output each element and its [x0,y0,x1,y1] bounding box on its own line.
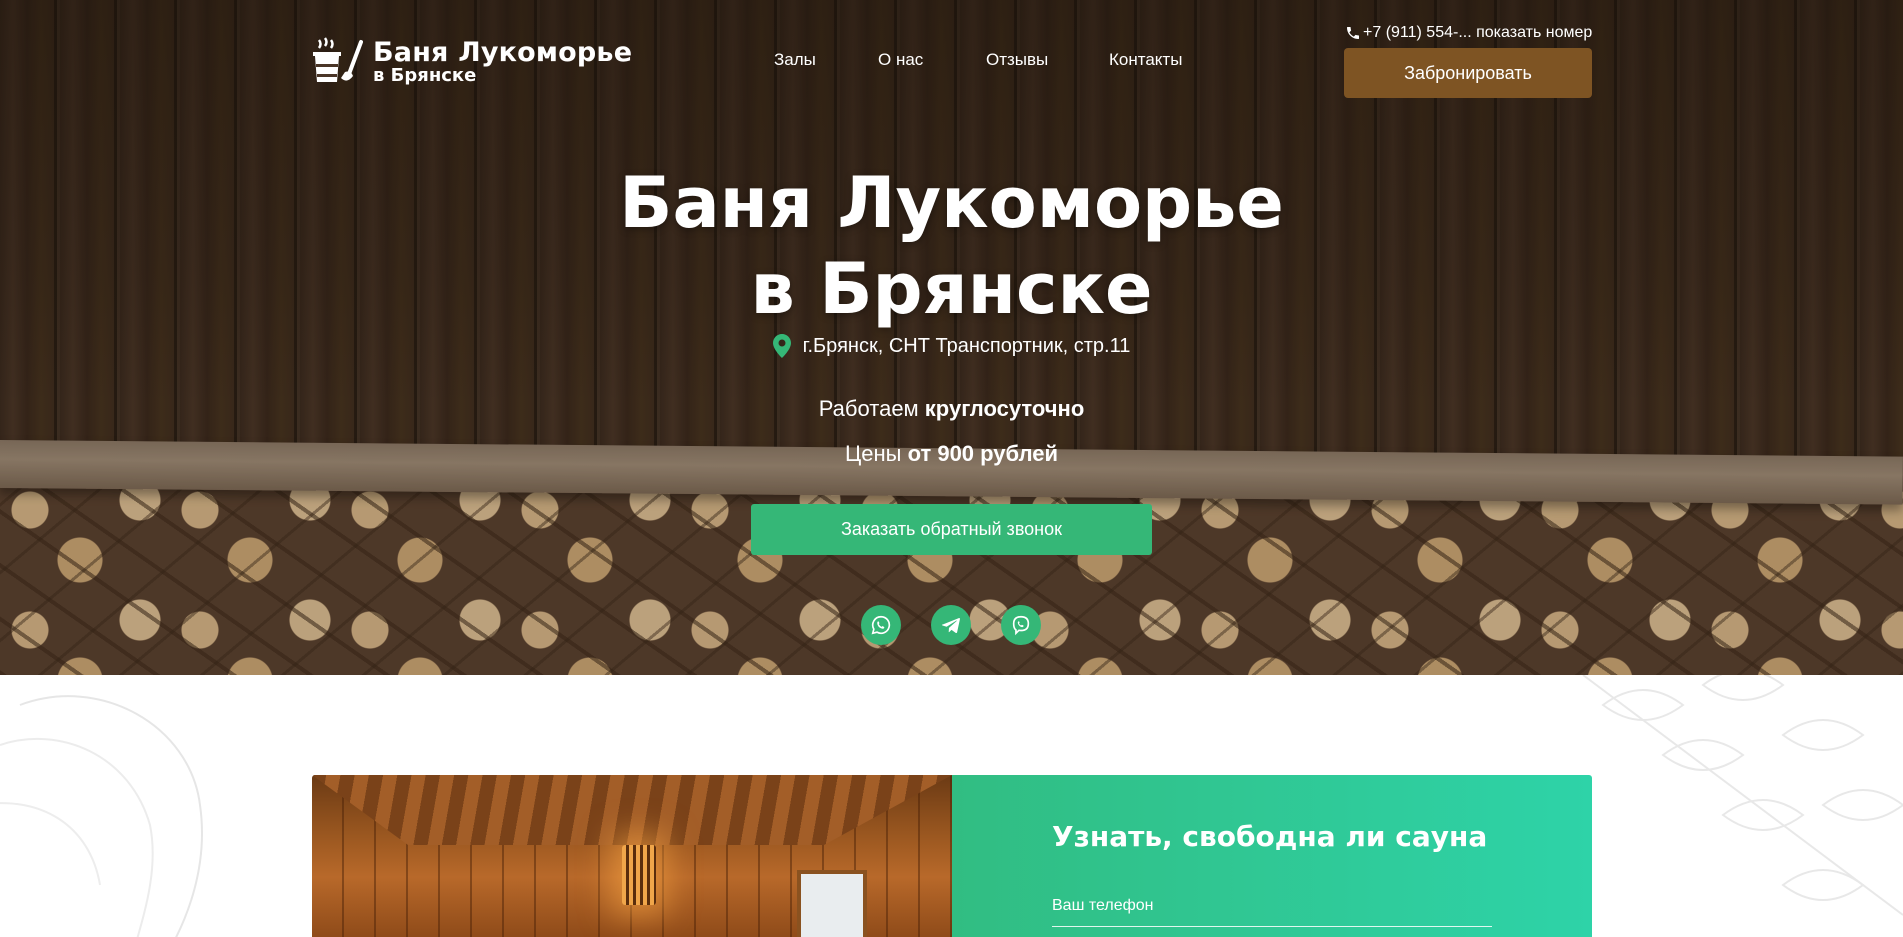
hours-prefix: Работаем [818,396,925,421]
sauna-lamp [622,845,656,905]
hero-section: Баня Лукоморье в Брянске Залы О нас Отзы… [0,0,1903,675]
site-logo[interactable]: Баня Лукоморье в Брянске [311,34,632,90]
title-line-1: Баня Лукоморье [619,162,1284,244]
sauna-window [797,870,867,937]
decorative-sketch-left [0,695,203,937]
book-button[interactable]: Забронировать [1344,48,1592,98]
address-text: г.Брянск, СНТ Транспортник, стр.11 [802,334,1131,357]
address: г.Брянск, СНТ Транспортник, стр.11 [0,334,1903,358]
logo-subtitle: в Брянске [373,65,477,86]
prices-prefix: Цены [844,441,908,466]
prices: Цены от 900 рублей [0,441,1903,467]
callback-button[interactable]: Заказать обратный звонок [751,504,1152,555]
nav-item-about[interactable]: О нас [878,50,923,70]
whatsapp-button[interactable] [861,605,901,645]
nav-item-halls[interactable]: Залы [774,50,816,70]
telegram-icon [941,618,960,634]
viber-button[interactable] [1001,605,1041,645]
availability-section: Узнать, свободна ли сауна Ваш телефон [0,675,1903,937]
sauna-photo [312,775,952,937]
whatsapp-icon [871,615,891,635]
phone-field[interactable] [1052,893,1492,925]
nav-item-contacts[interactable]: Контакты [1109,50,1182,70]
form-title: Узнать, свободна ли сауна [1052,820,1488,853]
page-title: Баня Лукоморье в Брянске [0,160,1903,332]
availability-form: Узнать, свободна ли сауна Ваш телефон [952,775,1592,937]
sauna-bucket-icon [313,37,363,82]
phone-field-underline [1052,926,1492,927]
prices-value: от 900 рублей [907,441,1059,466]
title-line-2: в Брянске [750,248,1153,330]
telegram-button[interactable] [931,605,971,645]
phone-link[interactable]: +7 (911) 554-... показать номер [1345,24,1592,42]
viber-icon [1012,615,1030,636]
phone-number: +7 (911) 554-... показать номер [1363,24,1593,41]
hours-value: круглосуточно [924,396,1085,421]
logo-title: Баня Лукоморье [373,37,633,68]
map-pin-icon [772,334,791,358]
nav-item-reviews[interactable]: Отзывы [986,50,1048,70]
working-hours: Работаем круглосуточно [0,396,1903,422]
availability-card: Узнать, свободна ли сауна Ваш телефон [312,775,1592,937]
phone-icon [1347,27,1359,39]
